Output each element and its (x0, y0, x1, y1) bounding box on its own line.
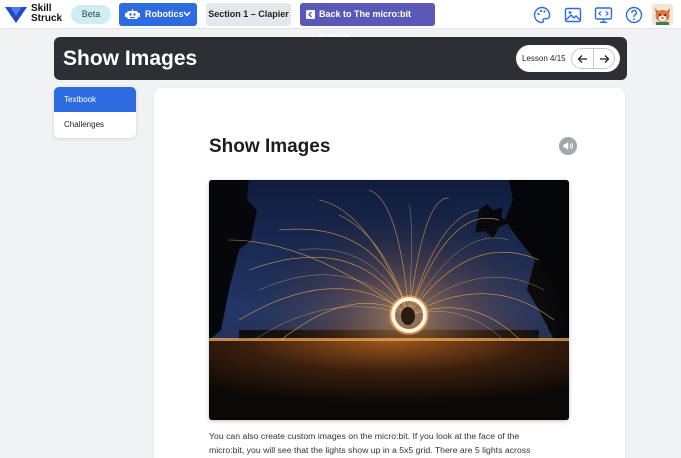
back-arrow-icon (306, 10, 315, 19)
back-to-course-button[interactable]: Back to The micro:bit Python (300, 3, 435, 42)
robot-icon (125, 9, 140, 19)
lesson-title-bar: Show Images Lesson 4/15 (54, 37, 627, 80)
tab-challenges[interactable]: Challenges (54, 112, 136, 137)
read-aloud-button[interactable] (559, 137, 577, 155)
tab-textbook[interactable]: Textbook (54, 87, 136, 112)
steel-wool-light-painting-image (209, 180, 569, 420)
image-gallery-icon[interactable] (564, 6, 582, 24)
lesson-title: Show Images (63, 47, 198, 70)
course-dropdown-label: Robotics (145, 9, 184, 19)
brand-line-2: Struck (31, 13, 63, 24)
light-painting-photo (209, 180, 569, 420)
speaker-icon (563, 142, 573, 150)
lesson-counter: Lesson 4/15 (522, 54, 566, 63)
top-navigation-bar: Skill Struck Beta Robotics Section 1 – C… (0, 0, 681, 42)
course-dropdown-button[interactable]: Robotics (119, 3, 197, 26)
content-paragraph: You can also create custom images on the… (209, 429, 569, 457)
chevron-down-icon (183, 11, 191, 17)
section-button[interactable]: Section 1 – Clapier (206, 3, 291, 26)
lesson-navigator: Lesson 4/15 (516, 45, 620, 72)
lesson-side-tabs: Textbook Challenges (54, 87, 136, 138)
skill-struck-logo[interactable]: Skill Struck (5, 4, 67, 26)
user-avatar[interactable] (652, 4, 673, 25)
textbook-content-card: Show Images You can also create custom i… (154, 88, 625, 458)
help-icon[interactable] (625, 6, 643, 24)
fox-avatar-icon (652, 4, 673, 25)
beta-badge: Beta (71, 5, 111, 24)
skill-struck-logo-icon (5, 7, 27, 23)
paragraph-line-1: You can also create custom images on the… (209, 431, 520, 441)
next-lesson-arrow-icon[interactable] (599, 54, 610, 64)
paragraph-line-2: micro:bit, you will see that the lights … (209, 445, 531, 455)
code-display-icon[interactable] (594, 6, 613, 24)
palette-icon[interactable] (533, 6, 551, 24)
brand-name: Skill Struck (31, 4, 62, 24)
arrow-divider (593, 49, 594, 68)
content-heading: Show Images (209, 136, 331, 157)
lesson-arrow-group (571, 48, 615, 69)
previous-lesson-arrow-icon[interactable] (577, 54, 588, 64)
